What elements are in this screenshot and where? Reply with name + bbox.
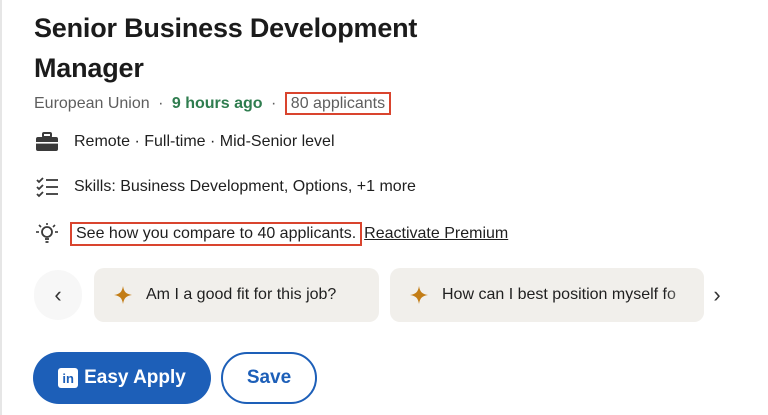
prompt-chip-position[interactable]: How can I best position myself fo bbox=[390, 268, 704, 322]
linkedin-logo-icon: in bbox=[58, 368, 79, 388]
compare-row: See how you compare to 40 applicants. Re… bbox=[34, 222, 508, 246]
chevron-right-icon: › bbox=[713, 282, 721, 307]
prompt-chip-label: Am I a good fit for this job? bbox=[146, 286, 337, 303]
job-meta: European Union · 9 hours ago · 80 applic… bbox=[34, 92, 392, 115]
left-divider bbox=[0, 0, 2, 415]
easy-apply-button[interactable]: in Easy Apply bbox=[33, 352, 211, 404]
meta-separator: · bbox=[158, 95, 164, 112]
sparkle-icon bbox=[410, 286, 428, 304]
skills-row[interactable]: Skills: Business Development, Options, +… bbox=[34, 176, 416, 198]
save-button[interactable]: Save bbox=[221, 352, 317, 404]
checklist-icon bbox=[34, 176, 60, 198]
briefcase-icon bbox=[34, 131, 60, 153]
ai-prompt-carousel: ‹ Am I a good fit for this job? How can … bbox=[34, 267, 734, 322]
meta-separator: · bbox=[271, 95, 277, 112]
reactivate-premium-link[interactable]: Reactivate Premium bbox=[364, 225, 508, 243]
work-type-row: Remote · Full-time · Mid-Senior level bbox=[34, 131, 335, 153]
job-location: European Union bbox=[34, 95, 150, 112]
carousel-next-button[interactable]: › bbox=[700, 270, 734, 320]
prompt-chip-good-fit[interactable]: Am I a good fit for this job? bbox=[94, 268, 379, 322]
lightbulb-icon bbox=[34, 223, 60, 245]
applicants-count: 80 applicants bbox=[284, 92, 392, 115]
job-title: Senior Business Development Manager bbox=[34, 13, 418, 83]
prompt-chip-label: How can I best position myself fo bbox=[442, 286, 676, 303]
carousel-prev-button[interactable]: ‹ bbox=[34, 270, 82, 320]
work-type-text: Remote · Full-time · Mid-Senior level bbox=[74, 133, 335, 150]
chevron-left-icon: ‹ bbox=[54, 282, 62, 307]
compare-text: See how you compare to 40 applicants. bbox=[70, 222, 363, 246]
posted-time: 9 hours ago bbox=[171, 95, 263, 112]
skills-text[interactable]: Skills: Business Development, Options, +… bbox=[74, 178, 416, 196]
sparkle-icon bbox=[114, 286, 132, 304]
easy-apply-label: Easy Apply bbox=[84, 367, 186, 388]
chip-fade-overlay bbox=[664, 268, 704, 322]
